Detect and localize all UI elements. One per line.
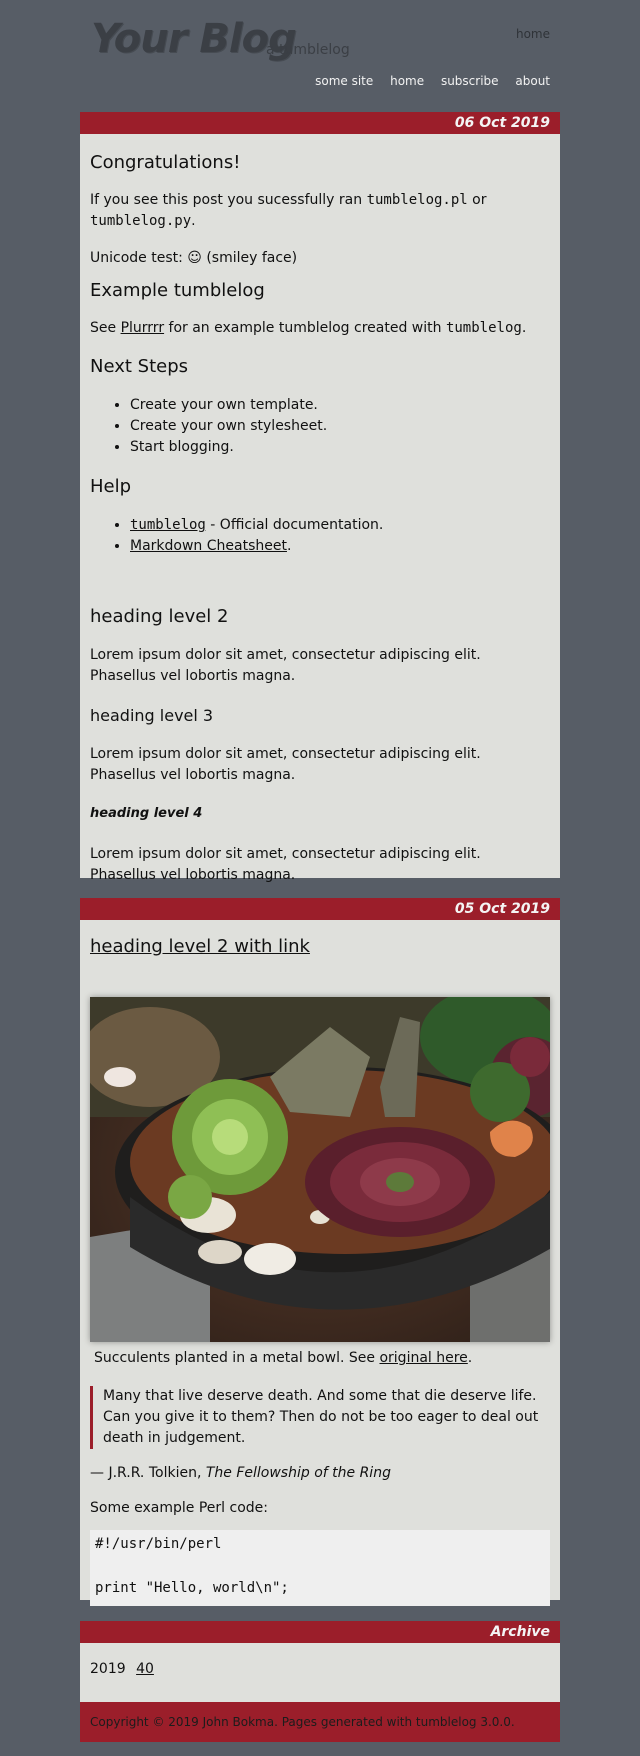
footer-text-end: . <box>510 1715 515 1729</box>
help-item-text: - Official documentation. <box>205 517 384 533</box>
help-list: tumblelog - Official documentation. Mark… <box>90 515 383 557</box>
code-line: #!/usr/bin/perl <box>95 1536 222 1552</box>
help-item-text: . <box>286 538 292 554</box>
post-content: heading level 2 with link Succulents pla… <box>80 920 560 1606</box>
attribution-author: — J.R.R. Tolkien, <box>90 1465 206 1481</box>
archive-heading: Archive <box>490 1624 550 1640</box>
original-link[interactable]: original here <box>379 1350 467 1366</box>
post-article: 06 Oct 2019 Congratulations! If you see … <box>80 112 560 883</box>
code-line: print "Hello, world\n"; <box>95 1580 289 1596</box>
help-heading: Help <box>90 476 132 497</box>
archive-entry: 2019 40 <box>90 1659 154 1680</box>
list-item: Create your own template. <box>130 395 327 416</box>
list-item: Start blogging. <box>130 437 327 458</box>
tumblelog-version-link[interactable]: tumblelog 3.0.0 <box>416 1715 511 1729</box>
post-date-bar: 05 Oct 2019 <box>80 898 560 920</box>
post-date-link[interactable]: 06 Oct 2019 <box>455 115 550 131</box>
archive-content: 2019 40 <box>80 1643 560 1702</box>
succulents-photo <box>90 997 550 1342</box>
main-nav: some site home subscribe about <box>302 74 550 88</box>
tumblelog-docs-link[interactable]: tumblelog <box>130 517 206 533</box>
post-date-link[interactable]: 05 Oct 2019 <box>455 901 550 917</box>
code-block: #!/usr/bin/perl print "Hello, world\n"; <box>90 1530 550 1606</box>
intro-code-py: tumblelog.py <box>90 213 192 229</box>
archive-heading-bar: Archive <box>80 1621 560 1643</box>
caption-text: Succulents planted in a metal bowl. See <box>94 1350 380 1366</box>
caption-text-end: . <box>467 1350 473 1366</box>
site-tagline: a tumblelog <box>266 42 350 58</box>
intro-text-end: . <box>191 213 196 229</box>
list-item: Create your own stylesheet. <box>130 416 327 437</box>
photo-caption: Succulents planted in a metal bowl. See … <box>94 1348 472 1369</box>
lorem-paragraph: Lorem ipsum dolor sit amet, consectetur … <box>90 746 481 783</box>
see-text: See <box>90 320 121 336</box>
intro-text-mid: or <box>467 192 487 208</box>
post-content: Congratulations! If you see this post yo… <box>80 134 560 883</box>
lorem-paragraph: Lorem ipsum dolor sit amet, consectetur … <box>90 647 481 684</box>
unicode-test: Unicode test: ☺ (smiley face) <box>90 250 298 266</box>
nav-about[interactable]: about <box>515 74 550 88</box>
site-header: Your Blog a tumblelog home some site hom… <box>0 0 640 112</box>
archive-year: 2019 <box>90 1661 126 1677</box>
list-item: tumblelog - Official documentation. <box>130 515 383 536</box>
archive-section: Archive 2019 40 <box>80 1621 560 1702</box>
markdown-cheatsheet-link[interactable]: Markdown Cheatsheet <box>130 538 287 554</box>
post-title-link[interactable]: heading level 2 with link <box>90 936 310 957</box>
nav-some-site[interactable]: some site <box>315 74 373 88</box>
post-title: Congratulations! <box>90 152 241 173</box>
example-paragraph: See Plurrrr for an example tumblelog cre… <box>90 318 526 339</box>
post-intro: If you see this post you sucessfully ran… <box>90 190 550 232</box>
quote-attribution: — J.R.R. Tolkien, The Fellowship of the … <box>90 1463 391 1484</box>
tolkien-quote: Many that live deserve death. And some t… <box>90 1386 553 1449</box>
plurrrr-link[interactable]: Plurrrr <box>121 320 165 336</box>
home-link-top[interactable]: home <box>516 27 550 41</box>
succulents-image <box>90 997 550 1342</box>
nav-subscribe[interactable]: subscribe <box>441 74 499 88</box>
list-item: Markdown Cheatsheet. <box>130 536 383 557</box>
lorem-paragraph: Lorem ipsum dolor sit amet, consectetur … <box>90 846 481 883</box>
page: Your Blog a tumblelog home some site hom… <box>0 0 640 1756</box>
see-text-end: . <box>521 320 527 336</box>
see-text-mid: for an example tumblelog created with <box>164 320 446 336</box>
heading-level-4: heading level 4 <box>90 806 203 821</box>
next-steps-heading: Next Steps <box>90 356 189 377</box>
see-code: tumblelog <box>445 320 522 336</box>
archive-week-link[interactable]: 40 <box>136 1661 154 1677</box>
footer-text: Copyright © 2019 John Bokma. Pages gener… <box>90 1715 416 1729</box>
intro-text: If you see this post you sucessfully ran <box>90 192 367 208</box>
heading-level-2: heading level 2 <box>90 606 229 627</box>
site-footer: Copyright © 2019 John Bokma. Pages gener… <box>80 1702 560 1742</box>
attribution-title: The Fellowship of the Ring <box>205 1465 391 1481</box>
heading-level-3: heading level 3 <box>90 706 214 725</box>
code-intro: Some example Perl code: <box>90 1500 268 1516</box>
intro-code-pl: tumblelog.pl <box>366 192 468 208</box>
next-steps-list: Create your own template. Create your ow… <box>90 395 327 458</box>
post-article: 05 Oct 2019 heading level 2 with link Su… <box>80 898 560 1606</box>
post-date-bar: 06 Oct 2019 <box>80 112 560 134</box>
nav-home[interactable]: home <box>390 74 424 88</box>
example-heading: Example tumblelog <box>90 280 265 301</box>
post-title-link-heading: heading level 2 with link <box>90 936 310 957</box>
